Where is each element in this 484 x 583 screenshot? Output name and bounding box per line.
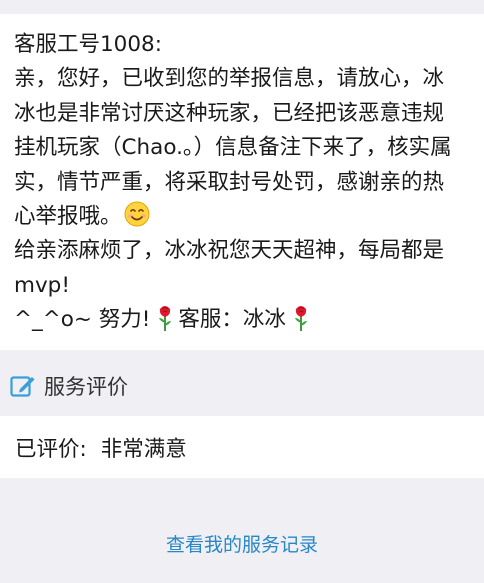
message-line: 亲，您好，已收到您的举报信息，请放心，冰 [14, 66, 445, 92]
evaluation-result-row: 已评价: 非常满意 [0, 416, 484, 478]
edit-icon [10, 376, 35, 397]
service-evaluation-header: 服务评价 [0, 364, 484, 408]
message-line: 实，情节严重，将采取封号处罚，感谢亲的热 [14, 169, 445, 195]
message-text: 心举报哦。 [14, 204, 122, 230]
agent-id-line: 客服工号1008: [14, 32, 162, 57]
message-line-with-emoji: 心举报哦。 [14, 200, 472, 234]
service-evaluation-title: 服务评价 [44, 375, 128, 399]
message-line: 挂机玩家（Chao.。）信息备注下来了，核实属 [14, 135, 452, 161]
rose-emoji-icon [159, 306, 172, 332]
signoff-line: ^_^o~ 努力! 客服：冰冰 [14, 303, 472, 337]
message-line: mvp! [14, 272, 70, 298]
bubble-tail [29, 17, 51, 28]
signoff-text: ^_^o~ 努力! [14, 307, 151, 333]
signoff-agent: 客服：冰冰 [178, 307, 286, 333]
message-line: 冰也是非常讨厌这种玩家，已经把该恶意违规 [14, 100, 445, 126]
evaluation-result-label: 已评价: [15, 436, 87, 462]
smile-emoji-icon [124, 201, 150, 227]
view-service-records-link[interactable]: 查看我的服务记录 [0, 530, 484, 557]
message-card: 客服工号1008: 亲，您好，已收到您的举报信息，请放心，冰 冰也是非常讨厌这种… [0, 14, 484, 350]
message-line: 给亲添麻烦了，冰冰祝您天天超神，每局都是 [14, 238, 445, 264]
evaluation-result-value: 非常满意 [100, 436, 187, 462]
rose-emoji-icon [294, 306, 307, 332]
